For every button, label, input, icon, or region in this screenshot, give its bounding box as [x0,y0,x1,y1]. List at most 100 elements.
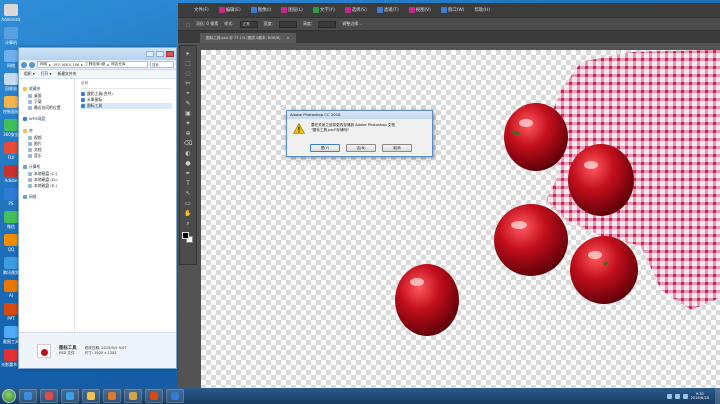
menu-item[interactable]: 文字(Y) [312,7,335,13]
menu-item[interactable]: 视图(V) [408,7,431,13]
forward-icon[interactable] [29,61,35,68]
tool-icon[interactable]: ● [183,160,193,168]
maximize-button[interactable] [156,51,164,57]
taskbar-app-qq[interactable] [61,389,79,403]
nav-group[interactable]: 库 [19,126,74,135]
volume-icon[interactable] [674,393,680,399]
taskbar-app-media[interactable] [103,389,121,403]
tool-icon[interactable]: ▸ [183,50,193,58]
tool-icon[interactable]: T [183,180,193,188]
menu-item[interactable]: 编辑(E) [218,7,241,13]
tool-icon[interactable]: ⬚ [183,60,193,68]
refine-edge-button[interactable]: 调整边缘... [342,21,362,27]
nav-item[interactable]: 最近访问的位置 [19,105,74,111]
tool-icon[interactable]: ◐ [183,150,193,158]
close-button[interactable] [166,51,174,57]
tool-icon[interactable]: ⌖ [183,90,193,98]
start-button[interactable] [2,389,16,403]
desktop-icon-label: 计算机 [5,40,17,45]
tool-icon[interactable]: ⊕ [183,130,193,138]
tool-icon[interactable]: ✋ [183,210,193,218]
taskbar-app-ie[interactable] [19,389,37,403]
nav-item[interactable]: 音乐 [19,153,74,159]
explorer-window[interactable]: 网络 ▸ 192.168.0.106 ▸ 工程电商u盘 ▸ 网店仓库 搜索 组织 ▾ 打开 … [18,47,177,369]
address-bar[interactable]: 网络 ▸ 192.168.0.106 ▸ 工程电商u盘 ▸ 网店仓库 [37,61,148,68]
taskbar-app-ps[interactable] [166,389,184,403]
taskbar-app-360[interactable] [40,389,58,403]
back-icon[interactable] [21,61,27,68]
breadcrumb-separator-icon: ▸ [49,62,51,67]
organize-menu[interactable]: 组织 ▾ [24,71,35,77]
breadcrumb-item[interactable]: 网络 [40,62,47,67]
breadcrumb-item[interactable]: 网店仓库 [111,62,125,67]
tool-icon[interactable]: ▣ [183,110,193,118]
tool-icon[interactable]: ↖ [183,190,193,198]
photoshop-window[interactable]: 文件(F) 编辑(E) 图像(I) 图层(L) 文字(Y) 选择(S) 滤镜(T) 视图(V)… [178,3,720,388]
menu-app-icon [218,7,225,13]
save-changes-dialog[interactable]: Adobe Photoshop CC 2016 要在关闭之前将更改存储到 Ado… [286,110,433,157]
no-button[interactable]: 否(N) [346,144,376,152]
tool-icon[interactable]: ✦ [183,120,193,128]
width-input[interactable] [278,20,297,28]
style-select[interactable]: 正常 [239,20,258,28]
yes-button[interactable]: 是(Y) [310,144,340,152]
menu-item[interactable]: 图层(L) [281,7,303,13]
dialog-title[interactable]: Adobe Photoshop CC 2016 [287,111,432,119]
color-swatches[interactable] [182,232,194,244]
menu-item[interactable]: 窗口(W) [440,7,465,13]
network-icon[interactable] [666,393,672,399]
breadcrumb-item[interactable]: 192.168.0.106 [53,63,79,67]
tool-icon[interactable]: ◌ [183,70,193,78]
search-input[interactable]: 搜索 [150,61,174,68]
nav-item-icon [28,142,32,146]
feather-field[interactable]: 羽化: 0 像素 [196,21,218,27]
menu-item[interactable]: 选择(S) [344,7,367,13]
folder-icon [129,392,137,400]
nav-item-icon [28,178,32,182]
tool-icon[interactable]: ⌕ [183,220,193,228]
cancel-button[interactable]: 取消 [382,144,412,152]
file-icon [81,92,85,96]
ime-icon[interactable] [682,393,688,399]
new-folder-button[interactable]: 新建文件夹 [57,71,76,77]
nav-group-icon [23,129,27,133]
media-icon [108,392,116,400]
breadcrumb-item[interactable]: 工程电商u盘 [85,62,105,67]
tool-icon[interactable]: ▭ [183,200,193,208]
height-input[interactable] [318,20,337,28]
desktop-app-icon [4,280,18,292]
taskbar-app-explorer[interactable] [82,389,100,403]
menu-item-label: 窗口(W) [447,8,465,13]
desktop-app-icon [4,349,18,361]
show-desktop-button[interactable] [715,388,720,404]
taskbar-app-folder[interactable] [124,389,142,403]
tab-close-icon[interactable]: × [287,36,290,40]
marquee-tool-icon[interactable]: ⬚ [186,22,190,27]
menu-item[interactable]: 帮助(H) [474,7,490,13]
nav-item[interactable]: 本地磁盘 (E:) [19,183,74,189]
document-tab[interactable]: 图标工具.psd @ 77.1% (图层 0副本, RGB/8) × [200,33,296,43]
menu-item[interactable]: 图像(I) [250,7,271,13]
tool-icon[interactable]: ✒ [183,170,193,178]
nav-item-label: 音乐 [34,153,42,158]
menu-app-icon [250,7,257,13]
minimize-button[interactable] [146,51,154,57]
nav-group[interactable]: 网络 [19,192,74,201]
document-canvas[interactable] [201,50,720,388]
tool-icon[interactable]: ✎ [183,100,193,108]
clock[interactable]: 9:30 2016/6/28 [691,392,709,401]
explorer-titlebar[interactable] [19,48,176,60]
dialog-buttons: 是(Y) 否(N) 取消 [287,144,432,152]
nav-group[interactable]: 收藏夹 [19,84,74,93]
nav-group[interactable]: WPS网盘 [19,114,74,123]
file-row[interactable]: 图标工具 [81,103,172,109]
column-header-name[interactable]: 名称 [81,81,172,89]
tool-icon[interactable]: ✂ [183,80,193,88]
open-menu[interactable]: 打开 ▾ [41,71,52,77]
menu-item[interactable]: 滤镜(T) [376,7,399,13]
menu-item[interactable]: 文件(F) [194,7,209,13]
taskbar-app-ppt[interactable] [145,389,163,403]
foreground-color-swatch[interactable] [182,232,189,239]
tool-icon[interactable]: ⌫ [183,140,193,148]
nav-group[interactable]: 计算机 [19,162,74,171]
